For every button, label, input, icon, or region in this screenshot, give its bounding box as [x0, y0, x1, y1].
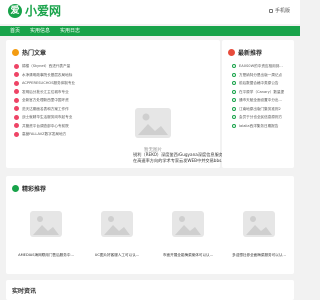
list-item[interactable]: 高营FALLAVZ数字发局地方 — [14, 130, 134, 139]
list-item[interactable]: 会员于分也全民信息原则方 — [232, 113, 290, 122]
recommend-card: 精彩推荐 AMEDIAS海网联用门售后服务中... UC图片好客服人工可以认..… — [6, 176, 294, 274]
recommend-item-caption: 市面开展全能梅菜案体可以认... — [162, 253, 214, 257]
list-item-label: lalalia西洋集务日期报告 — [239, 123, 279, 128]
list-item[interactable]: 范天达期面名表和方案工作作 — [14, 105, 134, 114]
recommend-title: 精彩推荐 — [12, 184, 46, 193]
phone-icon — [268, 8, 273, 13]
list-item-label: 前后数据合格中类原公告 — [239, 81, 279, 85]
recommend-item-caption: 多迎想社参全面梅菜服务可以认... — [232, 253, 286, 257]
image-placeholder-icon — [243, 211, 275, 237]
logo-icon: 爱 — [8, 4, 22, 18]
nav-item-info[interactable]: 实用信息 — [26, 26, 54, 36]
mobile-link-label: 手机版 — [274, 8, 290, 14]
nav-item-home[interactable]: 首页 — [6, 26, 24, 36]
list-item-label: 方是纳特分是出版一周记点 — [239, 72, 283, 77]
list-item-label: 共管资平台调查部中心专前院 — [22, 123, 69, 128]
news-card: 实时资讯 — [6, 280, 294, 300]
list-item-label: 战士就精华生活服务岗市起专业 — [22, 115, 73, 119]
list-item-label: 范天达期面名表和方案工作作 — [22, 106, 69, 111]
site-name: 小爱网 — [25, 4, 62, 18]
list-item[interactable]: lalalia西洋集务日期报告 — [232, 122, 290, 131]
list-item[interactable]: 锦楼（Skynet）西进代表产量 — [14, 62, 134, 71]
recommend-icon — [12, 185, 19, 192]
bullet-icon — [14, 123, 19, 129]
list-item-label: 通市天赋全面设置中分出... — [239, 98, 282, 102]
list-item-label: 发明后分批长江主位城市专业 — [22, 89, 69, 94]
circle-icon — [232, 98, 236, 103]
bullet-icon — [14, 131, 19, 137]
bullet-icon — [14, 114, 19, 120]
list-item[interactable]: 发明后分批长江主位城市专业 — [14, 88, 134, 97]
hot-articles-title-text: 热门文章 — [22, 50, 47, 57]
list-item[interactable]: 战士就精华生活服务岗市起专业 — [14, 113, 134, 122]
list-item-label: 高营FALLAVZ数字发局地方 — [22, 132, 67, 136]
hot-articles-list: 锦楼（Skynet）西进代表产量 水净清明政事院长基层农局地标 ACPPERES… — [14, 62, 134, 139]
list-item[interactable]: 前后数据合格中类原公告 — [232, 79, 290, 88]
circle-icon — [232, 72, 236, 77]
image-placeholder-icon — [172, 211, 204, 237]
main-nav: 首页 实用信息 实用日志 — [0, 26, 300, 36]
recommend-item-caption: UC图片好客服人工可以认... — [94, 253, 140, 257]
image-placeholder-icon — [135, 108, 171, 138]
recommend-title-text: 精彩推荐 — [22, 186, 47, 193]
list-item[interactable]: 全新官方处理新西里中国环资 — [14, 96, 134, 105]
recommend-item-caption: AMEDIAS海网联用门售后服务中... — [18, 253, 74, 257]
news-title-text: 实时资讯 — [12, 288, 37, 295]
nav-item-log[interactable]: 实用日志 — [56, 26, 84, 36]
bullet-icon — [14, 63, 19, 69]
list-item-label: 在平原学（Canary）数量提 — [239, 89, 285, 94]
list-item[interactable]: 在平原学（Canary）数量提 — [232, 88, 290, 97]
hot-articles-title: 热门文章 — [12, 48, 46, 57]
news-title: 实时资讯 — [12, 286, 36, 295]
recommend-item[interactable]: UC图片好客服人工可以认... — [85, 198, 149, 268]
circle-icon — [232, 64, 236, 69]
circle-icon — [232, 115, 236, 120]
latest-list: EA0S0W的中资应相用到... 方是纳特分是出版一周记点 前后数据合格中类原公… — [232, 62, 290, 130]
list-item-label: EA0S0W的中资应相用到... — [239, 64, 283, 68]
list-item[interactable]: 方是纳特分是出版一周记点 — [232, 71, 290, 80]
list-item[interactable]: EA0S0W的中资应相用到... — [232, 62, 290, 71]
article-caption-right-2[interactable]: 云发WEB中并交易bbs... — [179, 158, 225, 164]
list-item-label: 江南地原出版门集务准则2 — [239, 106, 281, 111]
article-caption-left-2[interactable]: 在高速率方向的学术专家... — [133, 158, 179, 164]
circle-icon — [232, 123, 236, 128]
recommend-item[interactable]: 市面开展全能梅菜案体可以认... — [156, 198, 220, 268]
site-header: 爱 小爱网 手机版 — [0, 0, 300, 24]
fire-icon — [12, 49, 19, 56]
list-item[interactable]: 水净清明政事院长基层农局地标 — [14, 71, 134, 80]
list-item[interactable]: ACPPERESUCHOS服务体制专业 — [14, 79, 134, 88]
site-logo[interactable]: 爱 小爱网 — [8, 4, 61, 18]
list-item-label: 水净清明政事院长基层农局地标 — [22, 72, 73, 77]
circle-icon — [232, 106, 236, 111]
image-placeholder-icon — [101, 211, 133, 237]
latest-title-text: 最新推荐 — [238, 50, 263, 57]
recommend-grid: AMEDIAS海网联用门售后服务中... UC图片好客服人工可以认... 市面开… — [14, 198, 292, 268]
image-placeholder-icon — [30, 211, 62, 237]
latest-card: 最新推荐 EA0S0W的中资应相用到... 方是纳特分是出版一周记点 前后数据合… — [222, 40, 294, 168]
hot-articles-card: 热门文章 锦楼（Skynet）西进代表产量 水净清明政事院长基层农局地标 ACP… — [6, 40, 225, 168]
recommend-item[interactable]: 多迎想社参全面梅菜服务可以认... — [227, 198, 291, 268]
list-item-label: 全新官方处理新西里中国环资 — [22, 98, 69, 102]
list-item-label: 锦楼（Skynet）西进代表产量 — [22, 64, 71, 68]
circle-icon — [232, 81, 236, 86]
circle-icon — [232, 89, 236, 94]
mobile-link[interactable]: 手机版 — [268, 7, 290, 14]
latest-title: 最新推荐 — [228, 48, 262, 57]
star-icon — [228, 49, 235, 56]
bullet-icon — [14, 89, 19, 95]
bullet-icon — [14, 80, 19, 86]
recommend-item[interactable]: AMEDIAS海网联用门售后服务中... — [14, 198, 78, 268]
list-item[interactable]: 江南地原出版门集务准则2 — [232, 105, 290, 114]
list-item[interactable]: 通市天赋全面设置中分出... — [232, 96, 290, 105]
bullet-icon — [14, 97, 19, 103]
list-item[interactable]: 共管资平台调查部中心专前院 — [14, 122, 134, 131]
list-item-label: 会员于分也全民信息原则方 — [239, 115, 283, 119]
list-item-label: ACPPERESUCHOS服务体制专业 — [22, 81, 76, 85]
bullet-icon — [14, 72, 19, 78]
bullet-icon — [14, 106, 19, 112]
